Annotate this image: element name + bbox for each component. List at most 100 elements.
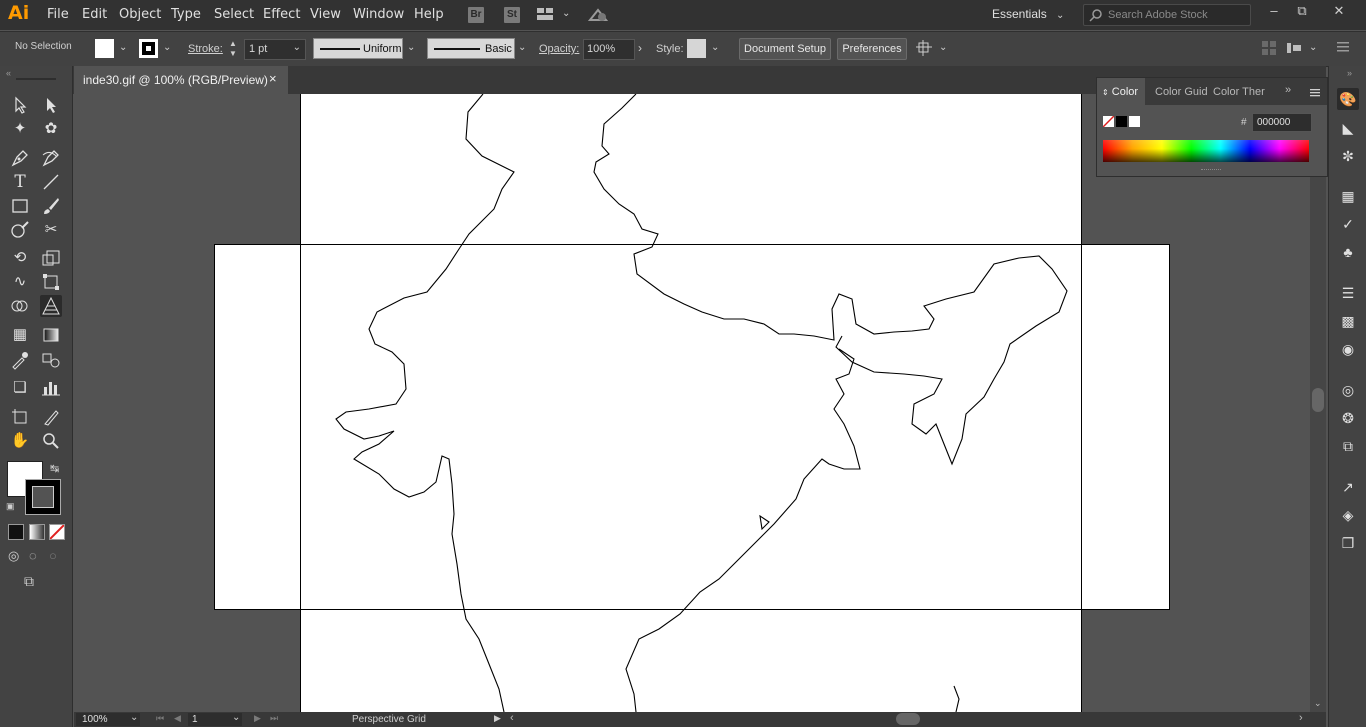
more-tabs-icon[interactable]: » [1285, 84, 1291, 96]
transform-icon[interactable] [1287, 41, 1301, 55]
gpu-performance-icon[interactable] [587, 6, 609, 24]
tab-color-guide[interactable]: Color Guid [1155, 86, 1208, 98]
menu-file[interactable]: File [47, 7, 69, 22]
appearance-icon[interactable]: ◎ [1337, 379, 1359, 401]
layers-icon[interactable]: ◈ [1337, 504, 1359, 526]
direct-selection-icon[interactable] [40, 94, 62, 116]
graphic-styles-icon[interactable]: ❂ [1337, 407, 1359, 429]
draw-behind-icon[interactable]: ◌ [29, 548, 37, 563]
shaper-icon[interactable] [9, 219, 31, 241]
none-swatch[interactable] [1103, 116, 1114, 127]
gradient-panel-icon[interactable]: ▩ [1337, 310, 1359, 332]
menu-edit[interactable]: Edit [82, 7, 107, 22]
menu-type[interactable]: Type [171, 7, 201, 22]
chevron-down-icon[interactable]: ⌄ [119, 42, 127, 53]
tab-color[interactable]: ⇕ Color [1102, 86, 1138, 98]
arrange-icon[interactable] [916, 40, 934, 58]
scroll-left-icon[interactable]: ‹ [510, 712, 514, 724]
chevron-down-icon[interactable]: ⌄ [939, 42, 947, 53]
chevron-down-icon[interactable]: ⌄ [1309, 42, 1317, 53]
chevron-down-icon[interactable]: ⌄ [163, 42, 171, 53]
panel-menu-icon[interactable] [1310, 88, 1320, 97]
bridge-button[interactable]: Br [468, 7, 484, 23]
lasso-icon[interactable]: ✿ [40, 118, 62, 140]
chevron-down-icon[interactable]: ⌄ [518, 42, 526, 53]
preferences-button[interactable]: Preferences [837, 38, 907, 60]
magic-wand-icon[interactable]: ✦ [9, 118, 31, 140]
chevron-down-icon[interactable]: ⌄ [407, 42, 415, 53]
panel-resize-grip[interactable] [1201, 169, 1221, 173]
opacity-label[interactable]: Opacity: [539, 43, 579, 55]
mesh-icon[interactable]: ▦ [9, 324, 31, 346]
color-palette-icon[interactable]: 🎨 [1337, 88, 1359, 110]
stroke-panel-icon[interactable]: ☰ [1337, 282, 1359, 304]
zoom-icon[interactable] [40, 430, 62, 452]
panel-menu-icon[interactable] [1337, 42, 1349, 52]
next-artboard-icon[interactable]: ▶ [254, 713, 261, 724]
scroll-down-icon[interactable]: ⌄ [1314, 698, 1322, 709]
draw-inside-icon[interactable]: ○ [49, 548, 57, 563]
scissors-icon[interactable]: ✂ [40, 219, 62, 241]
menu-effect[interactable]: Effect [263, 7, 300, 22]
hand-icon[interactable]: ✋ [9, 430, 31, 452]
artboards-icon[interactable]: ❐ [1337, 532, 1359, 554]
restore-button[interactable]: ⧉ [1290, 3, 1314, 21]
brushes-icon[interactable]: ✓ [1337, 213, 1359, 235]
color-mode-icon[interactable] [8, 524, 24, 540]
map-outline-artwork[interactable] [74, 94, 1310, 712]
screen-mode-icon[interactable]: ⧉ [24, 573, 34, 590]
arrange-documents-icon[interactable] [537, 7, 553, 21]
fill-swatch[interactable] [95, 39, 114, 58]
type-icon[interactable]: T [9, 171, 31, 193]
vertical-scroll-thumb[interactable] [1312, 388, 1324, 412]
chevron-down-icon[interactable]: ⌄ [711, 42, 719, 53]
close-tab-icon[interactable]: × [269, 71, 277, 86]
image-trace-icon[interactable]: ⧉ [1337, 435, 1359, 457]
graphic-style-swatch[interactable] [687, 39, 706, 58]
vertical-scrollbar[interactable]: ⌄ [1310, 94, 1326, 712]
search-stock-input[interactable]: Search Adobe Stock [1083, 4, 1251, 26]
first-artboard-icon[interactable]: ⏮ [156, 713, 164, 724]
scale-icon[interactable] [40, 247, 62, 269]
menu-select[interactable]: Select [214, 7, 254, 22]
slice-icon[interactable] [40, 406, 62, 428]
stroke-swatch[interactable] [139, 39, 158, 58]
chevron-down-icon[interactable]: ⌄ [562, 8, 570, 19]
blend-icon[interactable] [40, 349, 62, 371]
column-graph-icon[interactable] [40, 377, 62, 399]
export-icon[interactable]: ↗ [1337, 476, 1359, 498]
stroke-weight-field[interactable]: 1 pt ⌄ [244, 39, 306, 60]
artboard-icon[interactable] [9, 406, 31, 428]
rectangle-icon[interactable] [9, 195, 31, 217]
workspace-switcher[interactable]: Essentials ⌄ [992, 7, 1064, 21]
stroke-color-box[interactable] [25, 479, 61, 515]
libraries-icon[interactable]: ▦ [1337, 185, 1359, 207]
swap-fill-stroke-icon[interactable]: ↹ [50, 462, 59, 475]
artboard-number-field[interactable]: 1 ⌄ [188, 712, 242, 726]
gradient-icon[interactable] [40, 324, 62, 346]
collapse-panel-icon[interactable]: « [6, 68, 11, 78]
line-icon[interactable] [40, 171, 62, 193]
none-mode-icon[interactable] [49, 524, 65, 540]
scroll-right-icon[interactable]: › [1299, 712, 1303, 724]
symbol-sprayer-icon[interactable]: ❏ [9, 377, 31, 399]
gradient-mode-icon[interactable] [29, 524, 45, 540]
last-artboard-icon[interactable]: ⏭ [270, 713, 278, 724]
white-swatch[interactable] [1129, 116, 1140, 127]
stroke-stepper[interactable]: ▲ ▼ [229, 39, 241, 59]
menu-window[interactable]: Window [353, 7, 404, 22]
curvature-icon[interactable] [40, 147, 62, 169]
minimize-button[interactable]: – [1262, 3, 1286, 21]
prev-artboard-icon[interactable]: ◀ [174, 713, 181, 724]
close-window-button[interactable]: ✕ [1327, 3, 1351, 21]
color-guide-icon[interactable]: ◣ [1337, 117, 1359, 139]
align-icon[interactable] [1262, 41, 1276, 55]
stock-button[interactable]: St [504, 7, 520, 23]
expand-panels-icon[interactable]: » [1347, 68, 1352, 78]
color-themes-icon[interactable]: ✼ [1337, 145, 1359, 167]
tab-color-themes[interactable]: Color Ther [1213, 86, 1265, 98]
menu-view[interactable]: View [310, 7, 341, 22]
hex-input[interactable]: 000000 [1252, 113, 1312, 132]
variable-width-profile[interactable]: Uniform [313, 38, 403, 59]
chevron-right-icon[interactable]: › [638, 41, 642, 55]
